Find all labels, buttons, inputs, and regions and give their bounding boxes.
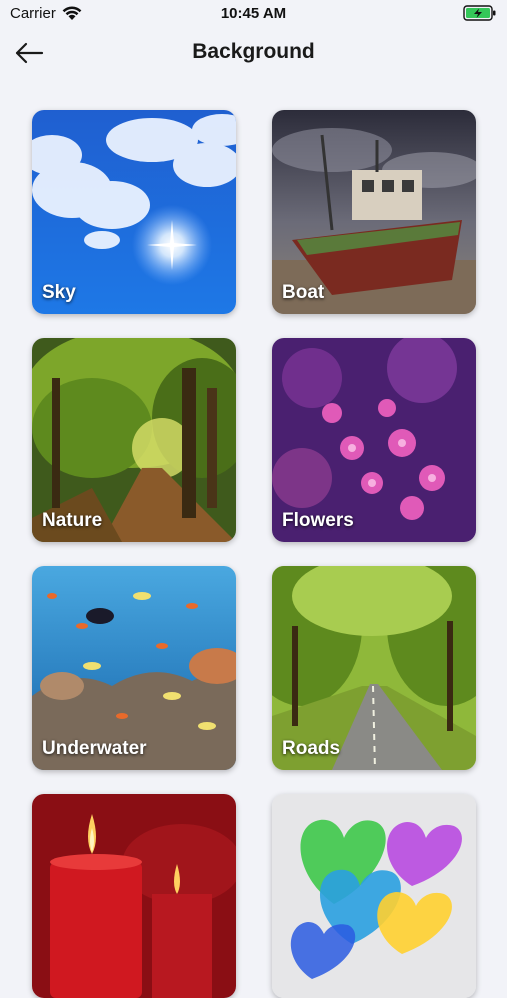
background-tile-boat[interactable]: Boat (272, 110, 476, 314)
background-tile-roads[interactable]: Roads (272, 566, 476, 770)
tile-label: Boat (282, 282, 325, 303)
tile-label: Underwater (42, 738, 147, 759)
background-tile-candles[interactable] (32, 794, 236, 998)
background-tile-flowers[interactable]: Flowers (272, 338, 476, 542)
tile-label: Roads (282, 738, 341, 759)
candles-thumbnail (32, 794, 236, 998)
background-tile-underwater[interactable]: Underwater (32, 566, 236, 770)
hearts-thumbnail (272, 794, 476, 998)
background-tile-sky[interactable]: Sky (32, 110, 236, 314)
background-tile-hearts[interactable] (272, 794, 476, 998)
tile-label: Sky (42, 282, 76, 303)
background-grid: Sky Boat Nature Flowers Underwater Roads (0, 0, 507, 998)
tile-label: Flowers (282, 510, 354, 531)
tile-label: Nature (42, 510, 103, 531)
background-tile-nature[interactable]: Nature (32, 338, 236, 542)
